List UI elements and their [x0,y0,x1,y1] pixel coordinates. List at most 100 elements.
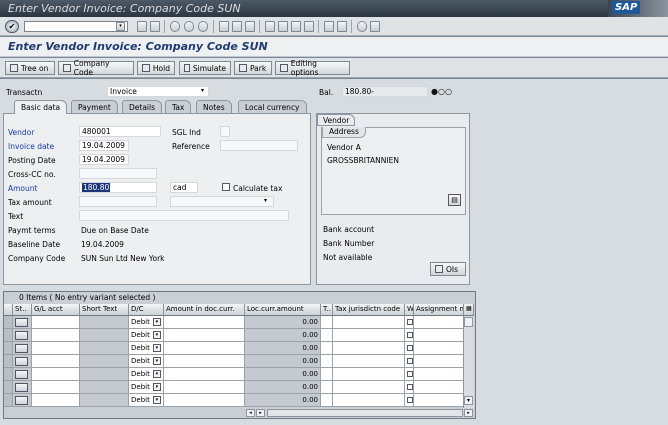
debit-credit-cell[interactable]: Debit ▾ [129,342,164,355]
last-page-icon[interactable] [304,21,314,32]
status-button[interactable] [15,317,28,327]
grid-cell[interactable] [164,368,245,381]
debit-credit-cell[interactable]: Debit ▾ [129,381,164,394]
row-selector[interactable] [4,316,13,329]
tax-code-dropdown-icon[interactable]: ▾ [264,197,267,204]
column-settings-icon[interactable]: ▦ [464,304,474,316]
save-icon[interactable] [150,21,160,32]
debit-credit-cell[interactable]: Debit ▾ [129,355,164,368]
col-assignment[interactable]: Assignment n [414,304,464,316]
back-icon[interactable] [170,21,180,32]
dropdown-icon[interactable]: ▾ [152,318,161,326]
row-selector[interactable] [4,329,13,342]
dropdown-icon[interactable]: ▾ [152,344,161,352]
grid-cell[interactable] [80,342,129,355]
dropdown-icon[interactable]: ▾ [152,357,161,365]
debit-credit-cell[interactable]: Debit ▾ [129,316,164,329]
grid-cell[interactable] [32,329,80,342]
status-button[interactable] [15,330,28,340]
table-row[interactable]: Debit ▾ 0.00 [4,381,464,394]
debit-credit-cell[interactable]: Debit ▾ [129,329,164,342]
tree-on-button[interactable]: Tree on [5,61,55,75]
horizontal-scrollbar[interactable] [267,409,463,417]
grid-cell[interactable] [321,381,333,394]
status-button[interactable] [15,343,28,353]
tab-details[interactable]: Details [122,100,163,113]
first-page-icon[interactable] [265,21,275,32]
scroll-thumb[interactable] [464,317,473,327]
vertical-scrollbar[interactable] [463,316,474,408]
status-cell[interactable] [13,394,32,407]
grid-cell[interactable] [32,355,80,368]
col-short-text[interactable]: Short Text [80,304,129,316]
grid-cell[interactable] [80,368,129,381]
scroll-down-icon[interactable]: ▾ [464,396,473,405]
posting-date-field[interactable]: 19.04.2009 [79,154,129,165]
tax-code-field[interactable] [170,196,274,207]
tax-amount-field[interactable] [79,196,157,207]
invoice-date-field[interactable]: 19.04.2009 [79,140,129,151]
dropdown-icon[interactable]: ▾ [152,331,161,339]
exit-icon[interactable] [184,21,194,32]
grid-cell[interactable] [32,368,80,381]
grid-cell[interactable] [414,316,464,329]
status-button[interactable] [15,369,28,379]
transaction-select[interactable]: Invoice [107,86,209,97]
grid-cell[interactable] [333,355,405,368]
row-selector[interactable] [4,394,13,407]
editing-options-button[interactable]: Editing options [275,59,350,77]
grid-cell[interactable] [321,355,333,368]
grid-cell[interactable] [414,394,464,407]
scroll-right-icon[interactable]: ▸ [256,409,265,417]
w-checkbox-cell[interactable] [405,394,414,407]
previous-page-icon[interactable] [278,21,288,32]
col-tax-code[interactable]: T.. [321,304,333,316]
grid-cell[interactable] [164,316,245,329]
table-row[interactable]: Debit ▾ 0.00 [4,355,464,368]
grid-cell[interactable] [164,394,245,407]
scroll-left-icon[interactable]: ◂ [246,409,255,417]
grid-cell[interactable] [414,368,464,381]
row-selector[interactable] [4,355,13,368]
grid-cell[interactable] [333,342,405,355]
tab-notes[interactable]: Notes [196,100,232,113]
col-debit-credit[interactable]: D/C [129,304,164,316]
row-selector[interactable] [4,342,13,355]
hold-button[interactable]: Hold [137,61,175,75]
dropdown-icon[interactable]: ▾ [152,396,161,404]
status-button[interactable] [15,356,28,366]
grid-cell[interactable] [414,381,464,394]
table-row[interactable]: Debit ▾ 0.00 [4,342,464,355]
tab-tax[interactable]: Tax [165,100,192,113]
scroll-end-icon[interactable]: ▸ [464,409,473,417]
new-session-icon[interactable] [324,21,334,32]
grid-cell[interactable] [32,342,80,355]
layout-menu-icon[interactable] [370,21,380,32]
grid-cell[interactable] [321,329,333,342]
col-amount-doc-curr[interactable]: Amount in doc.curr. [164,304,245,316]
grid-cell[interactable] [321,394,333,407]
dropdown-icon[interactable]: ▾ [201,87,204,94]
status-button[interactable] [15,382,28,392]
table-row[interactable]: Debit ▾ 0.00 [4,329,464,342]
company-code-button[interactable]: Company Code [58,59,134,77]
simulate-button[interactable]: Simulate [179,61,231,75]
grid-cell[interactable] [80,381,129,394]
find-next-icon[interactable] [245,21,255,32]
col-status[interactable]: St.. [13,304,32,316]
dropdown-icon[interactable]: ▾ [152,383,161,391]
grid-cell[interactable] [333,368,405,381]
debit-credit-cell[interactable]: Debit ▾ [129,394,164,407]
debit-credit-cell[interactable]: Debit ▾ [129,368,164,381]
enter-icon[interactable]: ✔ [5,20,19,33]
grid-cell[interactable] [333,394,405,407]
status-cell[interactable] [13,381,32,394]
grid-cell[interactable] [333,316,405,329]
select-all-header[interactable] [4,304,13,316]
grid-cell[interactable] [80,394,129,407]
open-items-button[interactable]: OIs [430,262,466,276]
grid-cell[interactable] [32,381,80,394]
next-page-icon[interactable] [291,21,301,32]
col-w[interactable]: W.. [405,304,414,316]
w-checkbox-cell[interactable] [405,368,414,381]
